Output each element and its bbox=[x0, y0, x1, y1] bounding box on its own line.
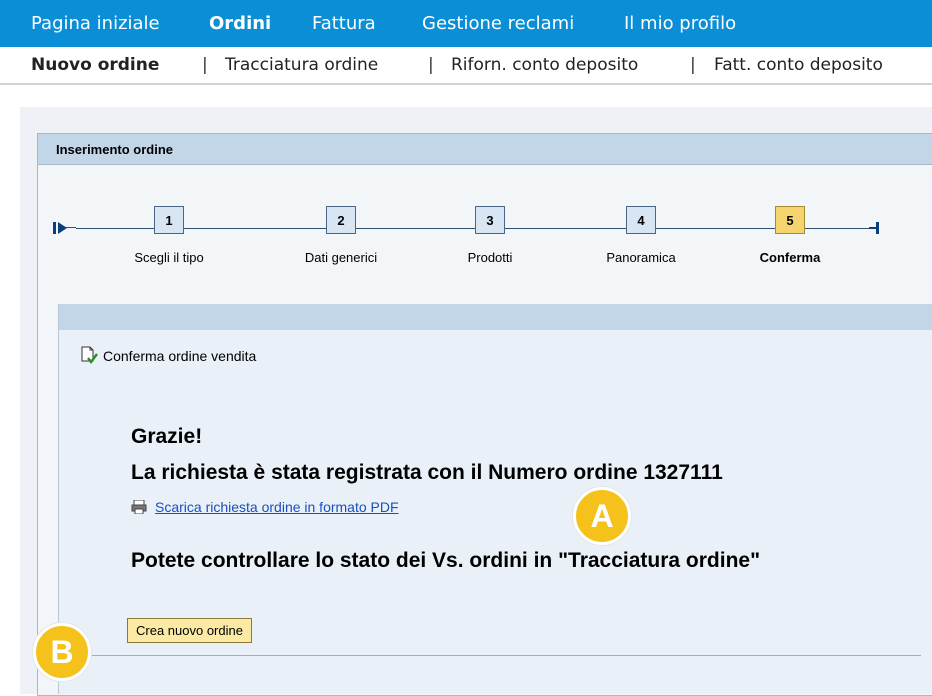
printer-icon bbox=[131, 499, 147, 517]
subnav-separator: | bbox=[690, 55, 696, 75]
step-2[interactable]: 2 bbox=[326, 206, 356, 234]
stepper-line bbox=[182, 228, 326, 229]
stepper-line bbox=[354, 228, 475, 229]
confirmation-panel: Conferma ordine vendita Grazie! La richi… bbox=[58, 304, 932, 694]
panel-title: Inserimento ordine bbox=[56, 142, 174, 157]
topnav-item-home[interactable]: Pagina iniziale bbox=[31, 0, 160, 47]
step-1[interactable]: 1 bbox=[154, 206, 184, 234]
step-5-label: Conferma bbox=[759, 250, 821, 265]
confirmation-heading: Conferma ordine vendita bbox=[79, 346, 256, 369]
subnav-item-consignment-invoice[interactable]: Fatt. conto deposito bbox=[714, 47, 883, 83]
stepper-line bbox=[503, 228, 626, 229]
stepper-line bbox=[803, 228, 869, 229]
step-2-label: Dati generici bbox=[304, 250, 378, 265]
subnav-item-consignment-refill[interactable]: Riforn. conto deposito bbox=[451, 47, 638, 83]
topnav-item-orders[interactable]: Ordini bbox=[209, 0, 271, 47]
confirmation-heading-text: Conferma ordine vendita bbox=[103, 348, 257, 365]
subnav-separator: | bbox=[202, 55, 208, 75]
step-4-label: Panoramica bbox=[606, 250, 676, 265]
subnav-item-new-order[interactable]: Nuovo ordine bbox=[31, 47, 159, 83]
step-3-label: Prodotti bbox=[467, 250, 513, 265]
step-4[interactable]: 4 bbox=[626, 206, 656, 234]
panel-header: Inserimento ordine bbox=[38, 134, 932, 165]
step-3[interactable]: 3 bbox=[475, 206, 505, 234]
stepper-line bbox=[654, 228, 775, 229]
download-pdf-link[interactable]: Scarica richiesta ordine in formato PDF bbox=[131, 499, 399, 517]
document-check-icon bbox=[79, 346, 99, 369]
order-registered-message: La richiesta è stata registrata con il N… bbox=[131, 461, 723, 484]
sub-navigation-bar: Nuovo ordine | Tracciatura ordine | Rifo… bbox=[0, 47, 932, 85]
top-navigation-bar: Pagina iniziale Ordini Fattura Gestione … bbox=[0, 0, 932, 47]
subnav-separator: | bbox=[428, 55, 434, 75]
confirmation-panel-header bbox=[59, 304, 932, 330]
stepper-end-icon bbox=[869, 222, 879, 234]
download-pdf-link-text[interactable]: Scarica richiesta ordine in formato PDF bbox=[155, 499, 399, 515]
create-new-order-button[interactable]: Crea nuovo ordine bbox=[127, 618, 252, 643]
step-5-current[interactable]: 5 bbox=[775, 206, 805, 234]
stepper-start-icon bbox=[53, 222, 76, 234]
topnav-item-profile[interactable]: Il mio profilo bbox=[624, 0, 736, 47]
divider bbox=[59, 655, 921, 656]
order-status-message: Potete controllare lo stato dei Vs. ordi… bbox=[131, 549, 761, 572]
thanks-message: Grazie! bbox=[131, 425, 203, 448]
subnav-item-order-tracking[interactable]: Tracciatura ordine bbox=[225, 47, 378, 83]
topnav-item-complaints[interactable]: Gestione reclami bbox=[422, 0, 574, 47]
annotation-marker-a: A bbox=[573, 487, 631, 545]
topnav-item-invoice[interactable]: Fattura bbox=[312, 0, 376, 47]
step-1-label: Scegli il tipo bbox=[134, 250, 204, 265]
annotation-marker-b: B bbox=[33, 623, 91, 681]
stepper-line bbox=[76, 228, 154, 229]
